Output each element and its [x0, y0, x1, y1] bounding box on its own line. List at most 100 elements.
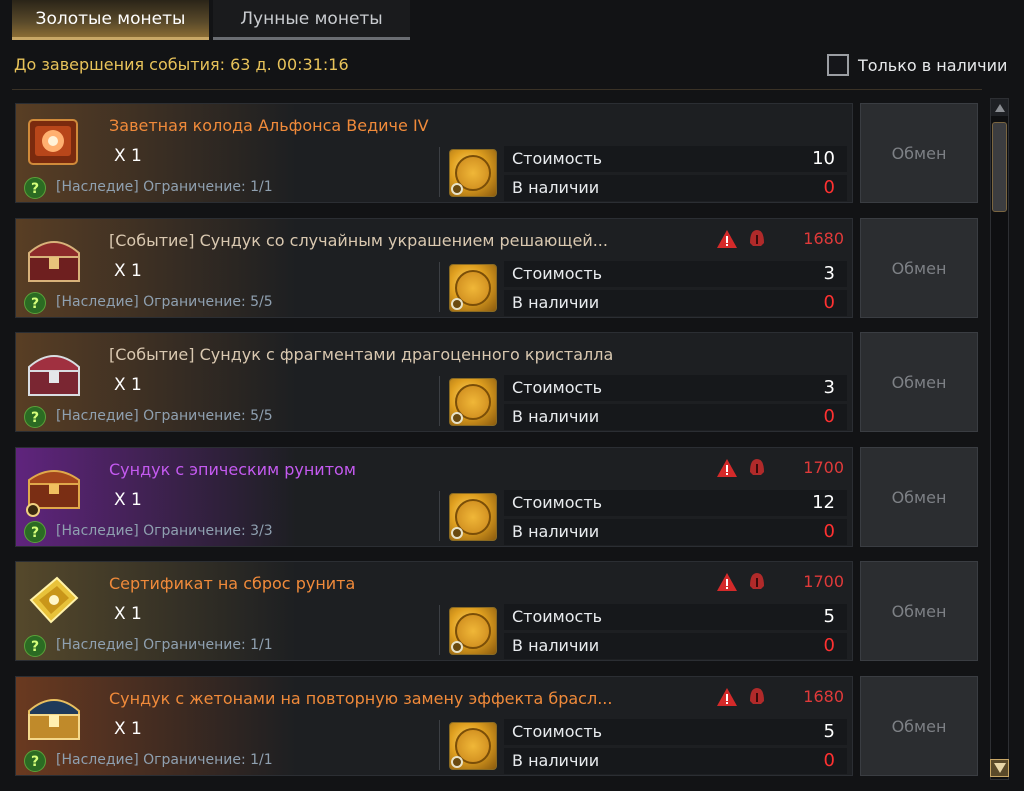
- available-row: В наличии 0: [504, 404, 847, 430]
- in-stock-label: Только в наличии: [858, 55, 1008, 75]
- item-name: Сертификат на сброс рунита: [109, 574, 356, 593]
- warning-icon: [717, 688, 737, 706]
- item-limit: [Наследие] Ограничение: 5/5: [56, 294, 273, 310]
- tab-gold-coins[interactable]: Золотые монеты: [12, 0, 209, 40]
- gold-coin-icon: [449, 378, 497, 426]
- available-row: В наличии 0: [504, 290, 847, 316]
- available-value: 0: [823, 635, 835, 656]
- available-row: В наличии 0: [504, 748, 847, 774]
- scrollbar-thumb[interactable]: [992, 122, 1007, 212]
- exchange-button[interactable]: Обмен: [860, 332, 978, 432]
- price-block: Стоимость 3 В наличии 0: [504, 375, 847, 430]
- in-stock-filter[interactable]: Только в наличии: [827, 53, 1007, 77]
- price-block: Стоимость 3 В наличии 0: [504, 261, 847, 316]
- available-label: В наличии: [512, 293, 600, 312]
- item-limit: [Наследие] Ограничение: 1/1: [56, 752, 273, 768]
- available-value: 0: [823, 406, 835, 427]
- exchange-button[interactable]: Обмен: [860, 218, 978, 318]
- silver-chest-icon[interactable]: [21, 339, 87, 405]
- available-row: В наличии 0: [504, 175, 847, 201]
- exchange-button[interactable]: Обмен: [860, 447, 978, 547]
- question-icon[interactable]: ?: [24, 750, 46, 772]
- available-value: 0: [823, 521, 835, 542]
- available-value: 0: [823, 292, 835, 313]
- cost-label: Стоимость: [512, 378, 603, 397]
- cost-value: 3: [823, 263, 835, 284]
- header-divider: [12, 89, 982, 90]
- cost-label: Стоимость: [512, 722, 603, 741]
- item-name: Заветная колода Альфонса Ведиче IV: [109, 116, 429, 135]
- chevron-up-icon: [994, 103, 1005, 112]
- clock-icon: [451, 412, 463, 424]
- cost-value: 5: [823, 721, 835, 742]
- item-row: Сундук с эпическим рунитом X 1 ? [Наслед…: [15, 447, 853, 547]
- cost-value: 5: [823, 606, 835, 627]
- cost-value: 12: [812, 492, 835, 513]
- item-quantity: X 1: [114, 375, 142, 395]
- clock-icon: [451, 298, 463, 310]
- row-divider: [439, 147, 440, 197]
- exchange-button[interactable]: Обмен: [860, 676, 978, 776]
- item-limit: [Наследие] Ограничение: 1/1: [56, 179, 273, 195]
- question-icon[interactable]: ?: [24, 292, 46, 314]
- item-row: Сундук с жетонами на повторную замену эф…: [15, 676, 853, 776]
- cost-value: 10: [812, 148, 835, 169]
- question-icon[interactable]: ?: [24, 406, 46, 428]
- question-icon[interactable]: ?: [24, 521, 46, 543]
- gold-coin-icon: [449, 607, 497, 655]
- event-timer: До завершения события: 63 д. 00:31:16: [14, 55, 349, 74]
- question-icon[interactable]: ?: [24, 177, 46, 199]
- red-chest-icon[interactable]: [21, 225, 87, 291]
- item-name: Сундук с жетонами на повторную замену эф…: [109, 689, 613, 708]
- item-row: [Событие] Сундук с фрагментами драгоценн…: [15, 332, 853, 432]
- in-stock-checkbox[interactable]: [827, 54, 849, 76]
- price-block: Стоимость 5 В наличии 0: [504, 719, 847, 774]
- certificate-icon[interactable]: [21, 568, 87, 634]
- helmet-icon: [750, 688, 764, 704]
- available-label: В наличии: [512, 522, 600, 541]
- item-limit: [Наследие] Ограничение: 5/5: [56, 408, 273, 424]
- row-divider: [439, 491, 440, 541]
- gold-coin-icon: [449, 149, 497, 197]
- clock-icon: [451, 756, 463, 768]
- question-icon[interactable]: ?: [24, 635, 46, 657]
- scroll-up-button[interactable]: [991, 99, 1008, 116]
- cost-row: Стоимость 12: [504, 490, 847, 516]
- item-row: Заветная колода Альфонса Ведиче IV X 1 ?…: [15, 103, 853, 203]
- row-divider: [439, 720, 440, 770]
- clock-icon: [451, 527, 463, 539]
- helmet-icon: [750, 230, 764, 246]
- item-limit: [Наследие] Ограничение: 1/1: [56, 637, 273, 653]
- currency-tabs: Золотые монеты Лунные монеты: [12, 0, 410, 40]
- clock-icon: [451, 183, 463, 195]
- cost-value: 3: [823, 377, 835, 398]
- blue-chest-icon[interactable]: [21, 683, 87, 749]
- warning-icon: [717, 230, 737, 248]
- available-label: В наличии: [512, 178, 600, 197]
- exchange-button[interactable]: Обмен: [860, 103, 978, 203]
- item-level-requirement: 1680: [803, 229, 844, 248]
- tab-moon-coins[interactable]: Лунные монеты: [213, 0, 410, 40]
- item-quantity: X 1: [114, 261, 142, 281]
- row-divider: [439, 605, 440, 655]
- book-icon[interactable]: [21, 110, 87, 176]
- available-value: 0: [823, 750, 835, 771]
- exchange-button[interactable]: Обмен: [860, 561, 978, 661]
- cost-label: Стоимость: [512, 264, 603, 283]
- item-level-requirement: 1700: [803, 458, 844, 477]
- item-quantity: X 1: [114, 604, 142, 624]
- cost-row: Стоимость 10: [504, 146, 847, 172]
- scroll-down-button[interactable]: [990, 759, 1009, 777]
- cost-label: Стоимость: [512, 607, 603, 626]
- item-row: [Событие] Сундук со случайным украшением…: [15, 218, 853, 318]
- available-row: В наличии 0: [504, 633, 847, 659]
- row-divider: [439, 262, 440, 312]
- cost-label: Стоимость: [512, 149, 603, 168]
- price-block: Стоимость 5 В наличии 0: [504, 604, 847, 659]
- cost-row: Стоимость 5: [504, 604, 847, 630]
- price-block: Стоимость 12 В наличии 0: [504, 490, 847, 545]
- item-level-requirement: 1680: [803, 687, 844, 706]
- available-label: В наличии: [512, 751, 600, 770]
- epic-chest-icon[interactable]: [21, 454, 87, 520]
- gold-coin-icon: [449, 264, 497, 312]
